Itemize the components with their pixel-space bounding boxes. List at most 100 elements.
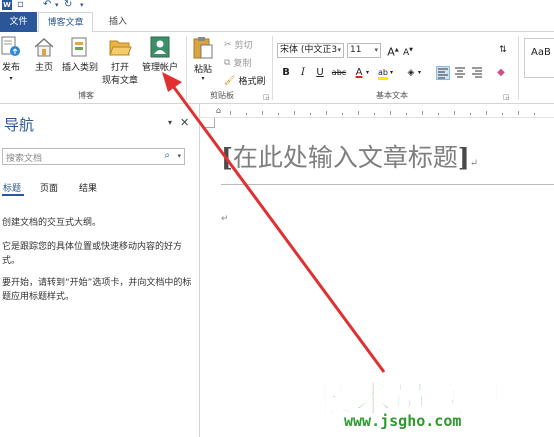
tab-results[interactable]: 结果 — [79, 181, 97, 194]
undo-dropdown-icon[interactable]: ▾ — [55, 1, 59, 9]
customize-qat-icon[interactable]: ▾ — [80, 1, 84, 9]
eraser-icon: ◆ — [497, 67, 505, 78]
style-gallery-preview[interactable]: AaB — [524, 38, 554, 78]
title-paragraph-mark: ↵ — [469, 158, 479, 169]
ribbon-separator — [186, 36, 187, 100]
chevron-down-icon: ▾ — [337, 46, 341, 54]
tab-insert[interactable]: 插入 — [100, 12, 136, 32]
home-label: 主页 — [34, 63, 53, 73]
save-icon[interactable]: ▫ — [17, 0, 24, 10]
nav-help-text-2: 它是跟踪您的具体位置或快速移动内容的好方式。 — [2, 242, 183, 266]
chevron-down-icon[interactable]: ▾ — [177, 152, 181, 160]
format-painter-button[interactable]: 🖌 格式刷 — [224, 74, 266, 88]
shrink-font-button[interactable]: A▼ — [401, 43, 415, 58]
align-left-icon — [438, 68, 448, 79]
align-right-icon — [472, 67, 482, 78]
quick-access-toolbar: W ▫ ↶ ▾ ↻ ▾ — [0, 0, 554, 12]
align-right-button[interactable] — [470, 66, 484, 80]
word-window: W ▫ ↶ ▾ ↻ ▾ 文件 博客文章 插入 发布 ▾ 主页 插入类别 打开 现… — [0, 0, 554, 437]
nav-help-text-3: 要开始，请转到“开始”选项卡，并向文档中的标题应用标题样式。 — [2, 278, 192, 302]
font-color-button[interactable]: A — [352, 66, 366, 80]
title-divider — [221, 184, 554, 185]
strikethrough-button[interactable]: abc — [330, 66, 348, 80]
copy-button[interactable]: ⧉ 复制 — [224, 56, 252, 70]
font-size-value: 11 — [350, 45, 362, 55]
redo-icon[interactable]: ↻ — [64, 0, 72, 10]
align-center-button[interactable] — [453, 66, 467, 80]
font-name-value: 宋体 (中文正3 — [280, 45, 338, 55]
publish-icon — [1, 36, 20, 56]
list-sort-button[interactable]: ⇅ — [496, 43, 510, 57]
sort-icon: ⇅ — [499, 45, 507, 55]
grow-font-button[interactable]: A▲ — [386, 43, 400, 59]
align-center-icon — [455, 67, 465, 78]
search-icon[interactable]: ⌕ — [164, 150, 170, 161]
title-close-bracket: ] — [457, 143, 470, 172]
chevron-down-icon[interactable]: ▾ — [366, 69, 369, 76]
ribbon-separator — [518, 36, 519, 100]
copy-label: 复制 — [233, 59, 252, 69]
nav-search-placeholder: 搜索文档 — [6, 154, 43, 164]
style-preview-text: AaB — [531, 47, 551, 58]
tab-headings[interactable]: 标题 — [3, 181, 21, 194]
margin-corner-mark — [205, 118, 215, 128]
title-open-bracket: [ — [221, 143, 233, 172]
open-folder-icon — [109, 40, 132, 56]
highlight-button[interactable]: ab — [376, 66, 390, 80]
bold-button[interactable]: B — [279, 66, 293, 80]
cut-icon: ✂ — [224, 39, 232, 50]
paste-icon — [193, 37, 213, 59]
navigation-title: 导航 — [4, 116, 35, 134]
manage-accounts-button[interactable]: 管理帐户 — [140, 36, 180, 73]
clear-formatting-button[interactable]: ◈ — [404, 66, 418, 80]
ribbon-tabs: 文件 博客文章 插入 — [0, 12, 554, 33]
font-size-select[interactable]: 11 ▾ — [347, 43, 381, 58]
open-existing-button[interactable]: 打开 现有文章 — [100, 36, 140, 86]
cut-button[interactable]: ✂ 剪切 — [224, 38, 253, 52]
navigation-pane: 导航 ▾ ✕ 搜索文档 ⌕ ▾ 标题 页面 结果 创建文档的交互式大纲。 它是跟… — [0, 104, 200, 437]
underline-button[interactable]: U — [313, 66, 327, 80]
word-app-icon[interactable]: W — [2, 0, 12, 10]
manage-accounts-icon — [150, 36, 170, 58]
ribbon-separator — [272, 36, 273, 100]
publish-label: 发布 — [1, 63, 20, 73]
publish-button[interactable]: 发布 ▾ — [0, 36, 22, 83]
nav-search-input[interactable]: 搜索文档 ⌕ ▾ — [2, 148, 185, 165]
font-name-select[interactable]: 宋体 (中文正3 ▾ — [277, 43, 344, 58]
chevron-down-icon[interactable]: ▾ — [390, 69, 393, 76]
watermark-logo: 技术员联盟 www.jsgho.com — [317, 370, 538, 432]
chevron-down-icon: ▾ — [374, 46, 378, 54]
title-placeholder-text: 在此处输入文章标题 — [232, 143, 458, 172]
format-painter-label: 格式刷 — [238, 77, 266, 87]
undo-icon[interactable]: ↶ — [43, 0, 51, 10]
basic-text-dialog-launcher-icon[interactable]: ◲ — [503, 93, 510, 101]
nav-help-text-1: 创建文档的交互式大纲。 — [2, 218, 102, 228]
tab-stop-marker-icon[interactable]: ⌂ — [216, 106, 221, 115]
post-title-placeholder[interactable]: [在此处输入文章标题]↵ — [221, 138, 478, 174]
pane-options-chevron-down-icon[interactable]: ▾ — [168, 118, 172, 127]
clipboard-group-label: 剪贴板 — [210, 91, 234, 100]
paste-button[interactable]: 粘贴 ▾ — [190, 36, 216, 82]
align-left-button[interactable] — [436, 66, 450, 80]
chevron-down-icon[interactable]: ▾ — [418, 69, 421, 76]
insert-category-button[interactable]: 插入类别 — [60, 36, 100, 73]
eraser-button[interactable]: ◆ — [494, 66, 508, 80]
ribbon: 发布 ▾ 主页 插入类别 打开 现有文章 管理帐户 博客 粘贴 ▾ ✂ 剪切 ⧉… — [0, 32, 554, 104]
copy-icon: ⧉ — [224, 57, 231, 68]
close-icon[interactable]: ✕ — [180, 116, 189, 129]
tab-file[interactable]: 文件 — [0, 12, 37, 32]
paint-bucket-icon: ◈ — [407, 68, 415, 78]
home-button[interactable]: 主页 — [30, 36, 58, 73]
tab-pages[interactable]: 页面 — [40, 181, 58, 194]
horizontal-ruler[interactable]: ⌂ — [200, 104, 554, 118]
grow-font-icon: A — [387, 45, 395, 59]
clipboard-dialog-launcher-icon[interactable]: ◲ — [263, 93, 270, 101]
insert-category-label: 插入类别 — [61, 63, 98, 73]
open-existing-label-1: 打开 — [110, 63, 129, 73]
paste-label: 粘贴 — [193, 65, 212, 75]
insert-category-icon — [71, 37, 87, 57]
manage-accounts-label: 管理帐户 — [141, 63, 178, 73]
watermark-url: www.jsgho.com — [344, 412, 462, 430]
tab-blog-post[interactable]: 博客文章 — [38, 12, 93, 33]
italic-button[interactable]: I — [296, 66, 310, 80]
